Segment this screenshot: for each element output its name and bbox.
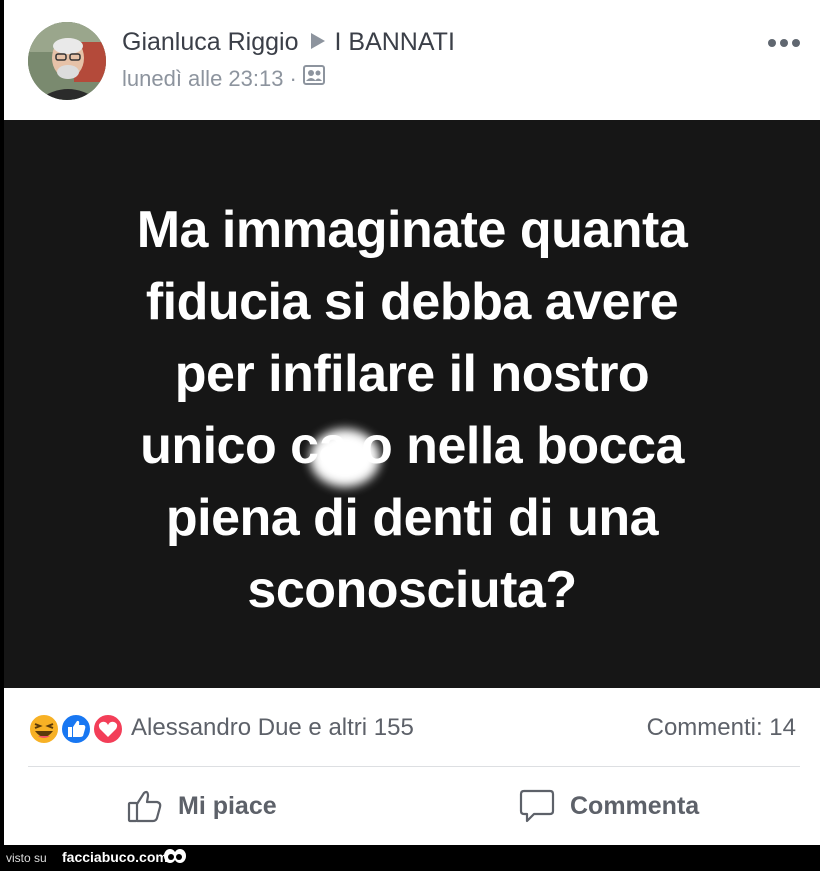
like-label: Mi piace: [178, 791, 277, 820]
post-line: piena di denti di una: [165, 489, 659, 547]
reactions-bar: Alessandro Due e altri 155 Commenti: 14: [4, 700, 820, 756]
author-line: Gianluca Riggio I BANNATI: [122, 28, 455, 57]
like-reaction-icon: [60, 713, 92, 745]
like-button[interactable]: Mi piace: [126, 786, 277, 826]
haha-reaction-icon: [28, 713, 60, 745]
author-name[interactable]: Gianluca Riggio: [122, 28, 299, 56]
footer-prefix: visto su: [6, 851, 47, 865]
divider: [28, 766, 800, 767]
eyes-logo-icon: [163, 848, 187, 871]
post-line: Ma immaginate quanta: [136, 201, 688, 259]
post-header: Gianluca Riggio I BANNATI lunedì alle 23:…: [4, 0, 820, 120]
post-content: Ma immaginate quanta fiducia si debba av…: [44, 194, 780, 626]
post-meta: lunedì alle 23:13 ·: [122, 65, 325, 93]
post-timestamp[interactable]: lunedì alle 23:13: [122, 66, 283, 91]
watermark-footer: visto su facciabuco.com: [0, 845, 820, 871]
action-bar: Mi piace Commenta: [4, 770, 820, 844]
post-image[interactable]: Ma immaginate quanta fiducia si debba av…: [4, 120, 820, 688]
post-line: sconosciuta?: [247, 561, 577, 619]
avatar-image: [28, 22, 106, 100]
post-line: per infilare il nostro: [174, 345, 650, 403]
comment-button[interactable]: Commenta: [518, 786, 699, 826]
comments-count[interactable]: Commenti: 14: [647, 714, 796, 742]
more-options-icon[interactable]: [766, 36, 802, 48]
post-line: fiducia si debba avere: [145, 273, 679, 331]
thumbs-up-icon: [126, 787, 164, 825]
post-card: Gianluca Riggio I BANNATI lunedì alle 23:…: [4, 0, 820, 845]
author-avatar[interactable]: [28, 22, 106, 100]
meta-separator: ·: [289, 66, 297, 91]
play-arrow-icon: [310, 33, 325, 50]
post-line: unico ca o nella bocca: [140, 417, 684, 475]
reaction-names[interactable]: Alessandro Due e altri 155: [131, 714, 414, 742]
group-audience-icon: [302, 65, 325, 91]
footer-brand[interactable]: facciabuco.com: [62, 849, 168, 865]
censor-blur: [310, 429, 380, 487]
comment-label: Commenta: [570, 791, 700, 820]
reaction-icons[interactable]: [26, 712, 130, 746]
comment-bubble-icon: [518, 787, 556, 825]
love-reaction-icon: [92, 713, 124, 745]
group-name[interactable]: I BANNATI: [335, 28, 455, 56]
